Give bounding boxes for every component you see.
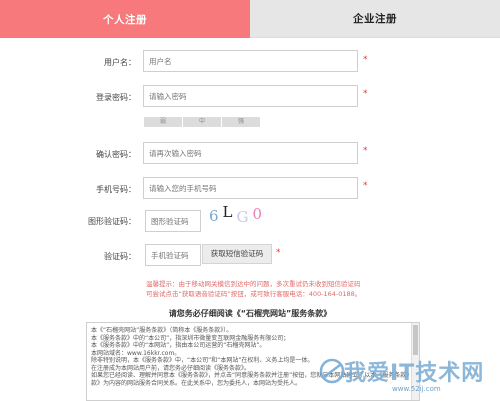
confirm-password-input[interactable] <box>143 142 358 164</box>
password-required-mark: * <box>363 89 368 99</box>
username-label: 用户名： <box>104 58 136 67</box>
sms-code-label: 验证码： <box>104 252 136 261</box>
terms-line: 本《服务条款》中的“本公司”，指深圳市微量变互联网金融服务有限公司； <box>91 334 290 342</box>
confirm-password-label: 确认密码： <box>96 150 136 159</box>
captcha-input[interactable] <box>145 210 201 232</box>
terms-scrollbar-thumb[interactable] <box>413 325 418 355</box>
password-label: 登录密码： <box>96 93 136 102</box>
registration-tabs: 个人注册 企业注册 <box>0 0 500 38</box>
username-input[interactable] <box>143 50 358 72</box>
password-strength-meter: 弱 中 强 <box>144 117 261 127</box>
username-required-mark: * <box>363 55 368 65</box>
site-watermark: 我爱IT技术网 www.52ij.com <box>318 355 500 401</box>
terms-line: 本《“石榴壳网站”服务条款》（简称本《服务条款》）。 <box>91 327 233 334</box>
confirm-required-mark: * <box>363 146 368 156</box>
phone-required-mark: * <box>363 181 368 191</box>
terms-title: 请您务必仔细阅读《“石榴壳网站”服务条款》 <box>168 309 332 318</box>
password-input[interactable] <box>143 85 358 107</box>
terms-line: 本《服务条款》中的“本网站”，指由本公司运营的“石榴壳网站”。 <box>91 342 266 349</box>
sms-code-input[interactable] <box>145 244 201 266</box>
get-sms-code-button[interactable]: 获取短信验证码 <box>202 244 272 264</box>
strength-weak: 弱 <box>144 117 182 127</box>
sms-required-mark: * <box>276 248 281 258</box>
watermark-url: www.52ij.com <box>392 385 441 393</box>
phone-input[interactable] <box>143 177 358 199</box>
watermark-text: 我爱IT技术网 <box>344 361 485 386</box>
captcha-label: 图形验证码： <box>88 217 136 226</box>
phone-label: 手机号码： <box>96 185 136 194</box>
watermark-logo-icon <box>319 358 345 384</box>
tab-enterprise-register[interactable]: 企业注册 <box>250 0 500 38</box>
captcha-image[interactable]: 6LG0 <box>209 203 269 227</box>
strength-strong: 强 <box>222 117 260 127</box>
sms-warning-notice: 温馨提示：由于移动网关模信到达中的问题，多次重试仍未收到短信验证码 可尝试点击“… <box>146 280 362 298</box>
tab-personal-register[interactable]: 个人注册 <box>0 0 250 38</box>
strength-medium: 中 <box>183 117 221 127</box>
